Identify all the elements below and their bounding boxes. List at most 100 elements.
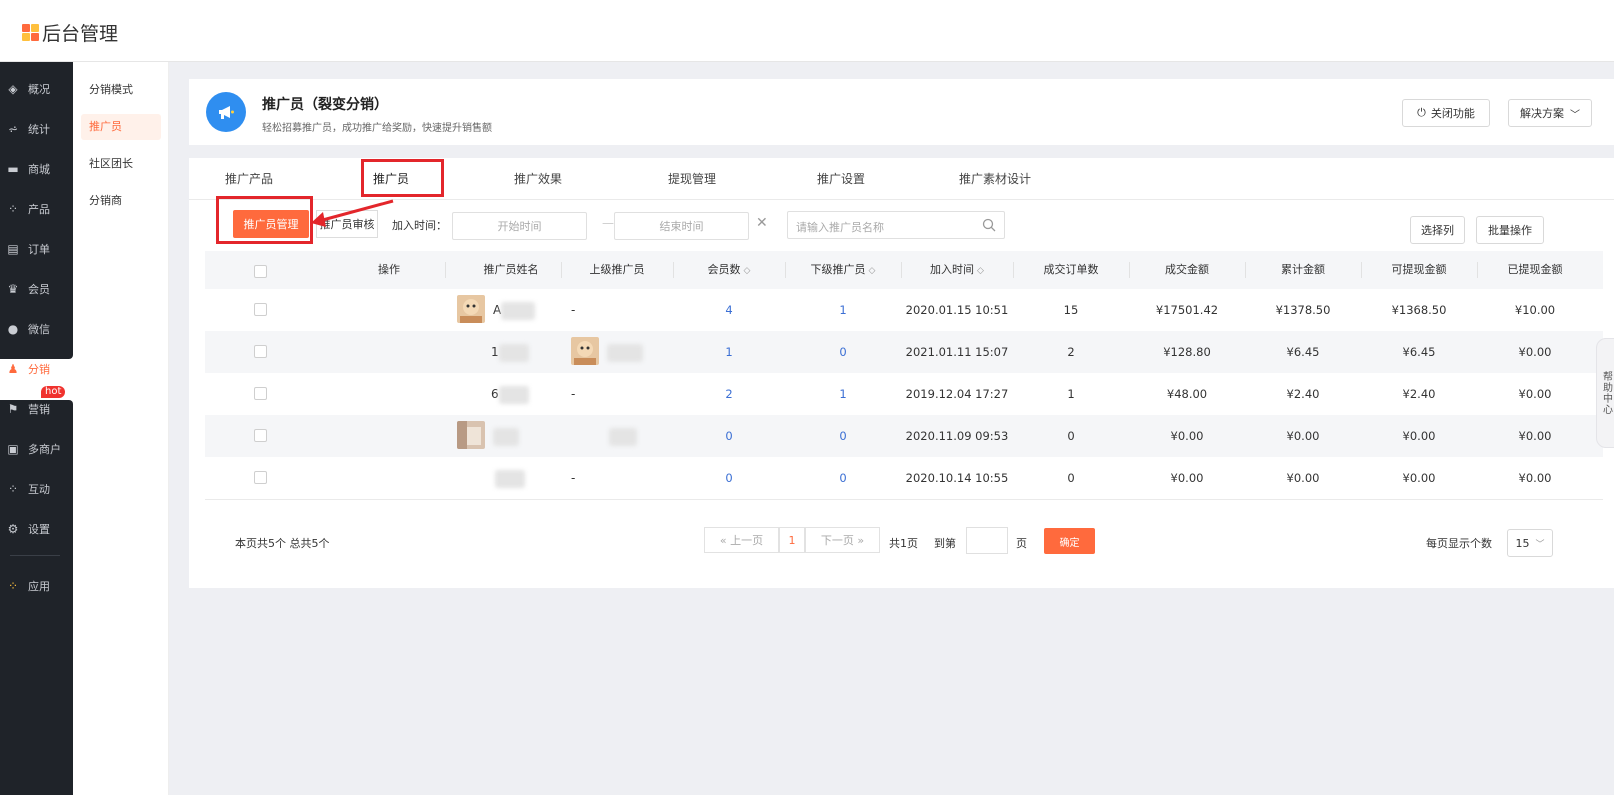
- table-row[interactable]: A - 4 1 2020.01.15 10:51 15 ¥17501.42 ¥1…: [205, 289, 1603, 331]
- gear-icon: ⚙: [7, 522, 19, 536]
- sidebar-item-orders[interactable]: ▤ 订单: [0, 237, 73, 261]
- goto-page-input[interactable]: [966, 527, 1008, 554]
- sidebar-item-wechat[interactable]: ● 微信: [0, 317, 73, 341]
- table-row[interactable]: - 0 0 2020.10.14 10:55 0 ¥0.00 ¥0.00 ¥0.…: [205, 457, 1603, 499]
- merchant-icon: ▣: [7, 442, 19, 456]
- interact-icon: ⁘: [7, 482, 19, 496]
- confirm-button[interactable]: 确定: [1044, 528, 1095, 554]
- layers-icon: ◈: [8, 82, 18, 96]
- col-name: 推广员姓名: [483, 263, 539, 276]
- shop-icon: ▬: [7, 162, 19, 176]
- start-time-input[interactable]: 开始时间: [452, 212, 587, 240]
- blurred-name: [609, 428, 637, 446]
- hot-badge: hot: [41, 386, 66, 398]
- highlight-frame-tab: [361, 159, 444, 197]
- sidebar-item-stats[interactable]: ⩫ 统计: [0, 117, 73, 141]
- prev-page-button[interactable]: « 上一页: [704, 527, 779, 553]
- sidebar-item-interact[interactable]: ⁘ 互动: [0, 477, 73, 501]
- app-logo[interactable]: 后台管理: [22, 19, 118, 46]
- col-orders: 成交订单数: [1043, 263, 1099, 276]
- tab-material-design[interactable]: 推广素材设计: [951, 158, 1039, 200]
- page-subtitle: 轻松招募推广员，成功推广给奖励，快速提升销售额: [262, 123, 492, 134]
- members-link[interactable]: 2: [673, 373, 785, 415]
- col-join-time[interactable]: 加入时间 ◇: [901, 251, 1013, 289]
- tab-promote-settings[interactable]: 推广设置: [806, 158, 876, 200]
- solution-dropdown[interactable]: 解决方案 ﹀: [1508, 99, 1592, 127]
- row-checkbox[interactable]: [254, 303, 267, 316]
- table-row[interactable]: 0 0 2020.11.09 09:53 0 ¥0.00 ¥0.00 ¥0.00…: [205, 415, 1603, 457]
- batch-operation-button[interactable]: 批量操作: [1476, 216, 1544, 244]
- table-row[interactable]: 6 - 2 1 2019.12.04 17:27 1 ¥48.00 ¥2.40 …: [205, 373, 1603, 415]
- sidebar-divider: [10, 555, 60, 556]
- members-link[interactable]: 4: [673, 289, 785, 331]
- sub-nav: 分销模式 推广员 社区团长 分销商: [73, 62, 169, 795]
- search-icon[interactable]: [982, 218, 996, 232]
- avatar: [457, 295, 485, 323]
- row-checkbox[interactable]: [254, 429, 267, 442]
- page-title: 推广员（裂变分销）: [262, 97, 388, 113]
- sidebar-item-marketing[interactable]: ⚑ 营销: [0, 397, 73, 421]
- subordinates-link[interactable]: 1: [785, 373, 901, 415]
- subordinates-link[interactable]: 0: [785, 331, 901, 373]
- goto-label: 到第: [934, 537, 956, 550]
- subnav-item-mode[interactable]: 分销模式: [81, 77, 161, 103]
- chart-icon: ⩫: [7, 122, 19, 136]
- subordinates-link[interactable]: 1: [785, 289, 901, 331]
- sort-icon[interactable]: ◇: [977, 266, 984, 276]
- sidebar-item-products[interactable]: ⁘ 产品: [0, 197, 73, 221]
- next-page-button[interactable]: 下一页 »: [805, 527, 880, 553]
- sidebar-item-apps[interactable]: ⁘ 应用: [0, 574, 73, 598]
- row-checkbox[interactable]: [254, 345, 267, 358]
- app-title: 后台管理: [42, 23, 119, 45]
- row-checkbox[interactable]: [254, 471, 267, 484]
- per-page-label: 每页显示个数: [1426, 537, 1492, 550]
- subordinates-link[interactable]: 0: [785, 457, 901, 499]
- sort-icon[interactable]: ◇: [869, 266, 876, 276]
- sidebar-item-members[interactable]: ♛ 会员: [0, 277, 73, 301]
- select-all-checkbox[interactable]: [254, 265, 267, 278]
- select-columns-button[interactable]: 选择列: [1410, 216, 1465, 244]
- sidebar-item-shop[interactable]: ▬ 商城: [0, 157, 73, 181]
- avatar: [457, 421, 485, 449]
- clear-icon[interactable]: ✕: [756, 215, 768, 231]
- end-time-input[interactable]: 结束时间: [614, 212, 749, 240]
- apps-icon: ⁘: [7, 579, 19, 593]
- col-operation: 操作: [378, 263, 400, 276]
- chevron-down-icon: ﹀: [1570, 109, 1580, 121]
- members-link[interactable]: 0: [673, 415, 785, 457]
- blurred-name: [495, 470, 525, 488]
- col-deal-amount: 成交金额: [1165, 263, 1209, 276]
- members-link[interactable]: 1: [673, 331, 785, 373]
- feature-header: 推广员（裂变分销） 轻松招募推广员，成功推广给奖励，快速提升销售额 ⏻ 关闭功能 …: [189, 79, 1614, 145]
- help-center-tab[interactable]: 帮助中心: [1596, 338, 1614, 448]
- tab-withdraw[interactable]: 提现管理: [657, 158, 727, 200]
- tab-promote-effect[interactable]: 推广效果: [508, 158, 568, 200]
- col-members[interactable]: 会员数 ◇: [673, 251, 785, 289]
- subordinates-link[interactable]: 0: [785, 415, 901, 457]
- members-link[interactable]: 0: [673, 457, 785, 499]
- sort-icon[interactable]: ◇: [744, 266, 751, 276]
- date-separator: —: [602, 216, 614, 230]
- page-unit: 页: [1016, 537, 1027, 550]
- search-input[interactable]: 请输入推广员名称: [787, 211, 1005, 239]
- power-icon: ⏻: [1417, 106, 1426, 119]
- page-1-button[interactable]: 1: [779, 527, 805, 553]
- subnav-item-distributor[interactable]: 分销商: [81, 188, 161, 214]
- table-row[interactable]: 1 1 0 2021.01.11 15:07 2 ¥128.80 ¥6.45 ¥…: [205, 331, 1603, 373]
- col-subordinates[interactable]: 下级推广员 ◇: [785, 251, 901, 289]
- page-size-select[interactable]: 15 ﹀: [1507, 529, 1553, 557]
- row-checkbox[interactable]: [254, 387, 267, 400]
- close-feature-button[interactable]: ⏻ 关闭功能: [1402, 99, 1490, 127]
- blurred-name: [501, 302, 535, 320]
- sidebar-item-multi-merchant[interactable]: ▣ 多商户: [0, 437, 73, 461]
- wechat-icon: ●: [7, 322, 19, 336]
- sidebar-item-distribution[interactable]: ♟ 分销: [0, 357, 73, 381]
- col-withdrawable: 可提现金额: [1391, 263, 1447, 276]
- sidebar-item-settings[interactable]: ⚙ 设置: [0, 517, 73, 541]
- subnav-item-community-leader[interactable]: 社区团长: [81, 151, 161, 177]
- tab-promote-products[interactable]: 推广产品: [219, 158, 279, 200]
- annotation-arrow: [311, 199, 394, 227]
- subnav-item-promoter[interactable]: 推广员: [81, 114, 161, 140]
- sidebar-item-overview[interactable]: ◈ 概况: [0, 77, 73, 101]
- main-card: 推广产品 推广员 推广效果 提现管理 推广设置 推广素材设计 推广员管理 推广员…: [189, 158, 1614, 588]
